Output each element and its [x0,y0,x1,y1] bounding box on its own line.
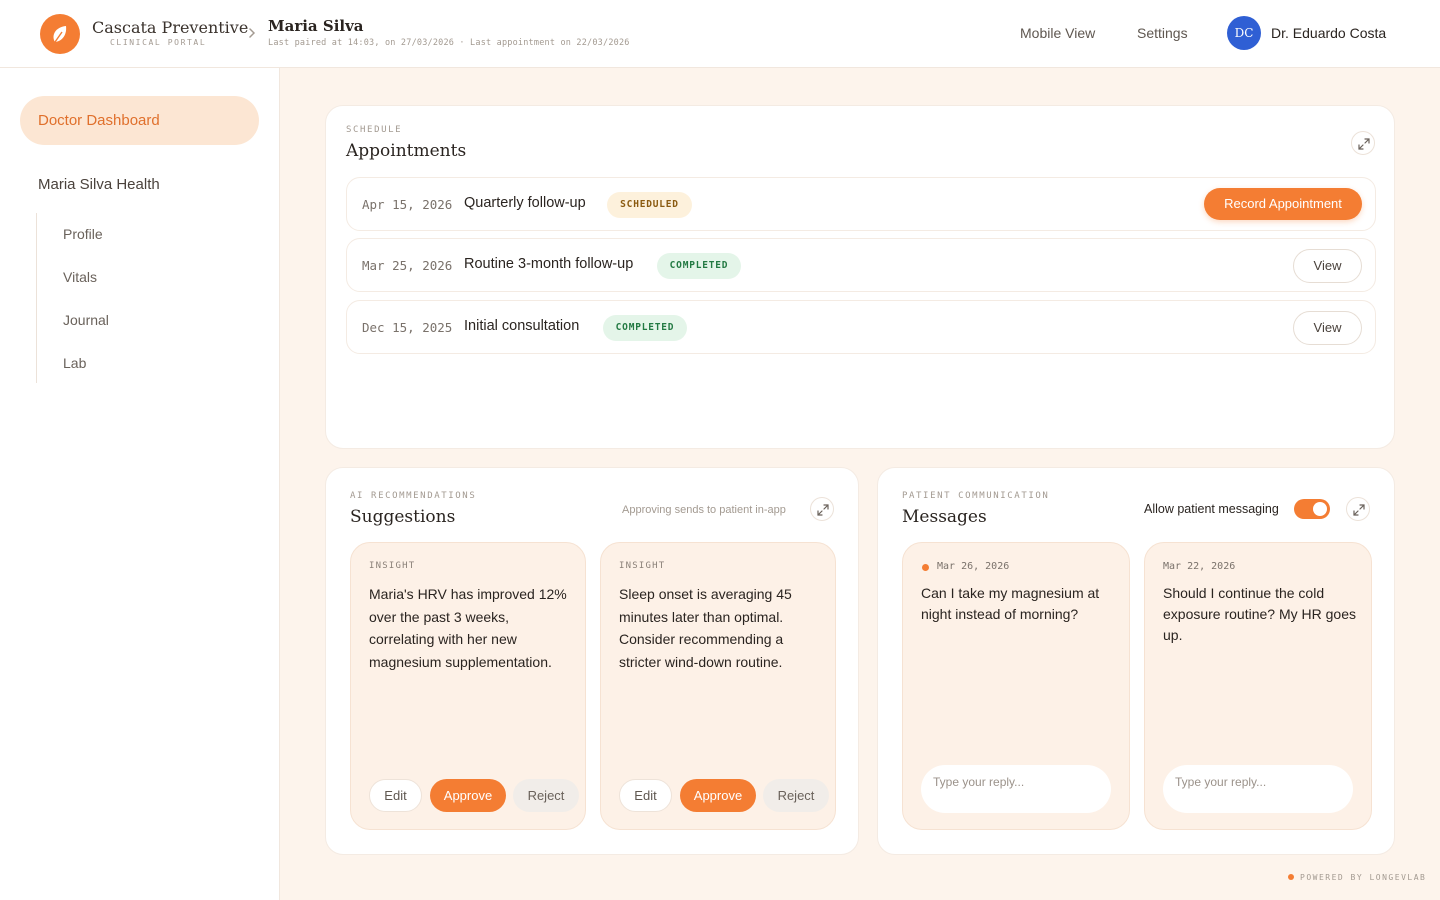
sidebar: Doctor Dashboard Maria Silva Health Prof… [0,68,280,900]
appointment-row: Dec 15, 2025 Initial consultation COMPLE… [346,300,1376,354]
footer-dot [1288,874,1294,880]
appointment-date: Dec 15, 2025 [362,320,453,335]
expand-icon [817,504,829,516]
reject-button[interactable]: Reject [763,779,829,812]
expand-button[interactable] [1346,497,1370,521]
user-name[interactable]: Dr. Eduardo Costa [1271,25,1386,41]
suggestion-text: Sleep onset is averaging 45 minutes late… [619,586,792,670]
approve-button[interactable]: Approve [430,779,506,812]
appointment-date: Apr 15, 2026 [362,197,453,212]
status-badge: COMPLETED [657,253,741,279]
appointment-title: Routine 3-month follow-up [464,256,634,272]
reject-button[interactable]: Reject [513,779,579,812]
expand-icon [1358,138,1370,150]
toggle-knob [1313,502,1327,516]
approve-button[interactable]: Approve [680,779,756,812]
view-button[interactable]: View [1293,249,1362,283]
appointments-eyebrow: SCHEDULE [346,125,403,135]
leaf-icon [53,26,67,43]
patient-name: Maria Silva [268,17,364,35]
message-card: Mar 26, 2026 Can I take my magnesium at … [902,542,1130,830]
appointment-title: Initial consultation [464,318,580,334]
mobile-view-link[interactable]: Mobile View [1020,25,1095,41]
edit-button[interactable]: Edit [619,779,672,812]
insight-tag: INSIGHT [369,561,416,571]
sidebar-item-profile[interactable]: Profile [63,226,103,242]
suggestions-title: Suggestions [350,507,456,527]
unread-indicator [922,564,929,571]
sidebar-item-lab[interactable]: Lab [63,355,86,371]
message-card: Mar 22, 2026 Should I continue the cold … [1144,542,1372,830]
reply-input[interactable] [921,765,1111,813]
view-button[interactable]: View [1293,311,1362,345]
patient-meta: Last paired at 14:03, on 27/03/2026 · La… [268,38,630,48]
suggestions-card: AI RECOMMENDATIONS Suggestions Approving… [325,467,859,855]
sidebar-tree-line [36,213,37,383]
status-badge: SCHEDULED [607,192,692,218]
message-date: Mar 26, 2026 [937,561,1010,572]
reply-input[interactable] [1163,765,1353,813]
appointment-title: Quarterly follow-up [464,195,586,211]
messages-eyebrow: PATIENT COMMUNICATION [902,491,1050,501]
avatar[interactable]: DC [1227,16,1261,50]
sidebar-item-vitals[interactable]: Vitals [63,269,97,285]
expand-button[interactable] [810,497,834,521]
messages-title: Messages [902,507,987,527]
message-date: Mar 22, 2026 [1163,561,1236,572]
suggestions-eyebrow: AI RECOMMENDATIONS [350,491,477,501]
top-bar: Cascata Preventive CLINICAL PORTAL Maria… [0,0,1440,68]
appointments-title: Appointments [346,141,467,161]
sidebar-item-journal[interactable]: Journal [63,312,109,328]
suggestion-card: INSIGHT Maria's HRV has improved 12% ove… [350,542,586,830]
status-badge: COMPLETED [603,315,687,341]
brand-logo[interactable] [40,14,80,54]
messages-card: PATIENT COMMUNICATION Messages Allow pat… [877,467,1395,855]
messaging-toggle-label: Allow patient messaging [1144,502,1279,516]
brand-subtitle: CLINICAL PORTAL [110,38,207,47]
expand-icon [1353,504,1365,516]
suggestion-card: INSIGHT Sleep onset is averaging 45 minu… [600,542,836,830]
approval-hint: Approving sends to patient in-app [622,504,786,516]
appointment-date: Mar 25, 2026 [362,258,453,273]
settings-link[interactable]: Settings [1137,25,1188,41]
suggestion-text: Maria's HRV has improved 12% over the pa… [369,586,567,670]
powered-by: POWERED BY LONGEVLAB [1300,873,1427,882]
brand-name: Cascata Preventive [92,18,249,37]
message-text: Can I take my magnesium at night instead… [921,585,1100,622]
record-appointment-button[interactable]: Record Appointment [1204,188,1362,220]
expand-button[interactable] [1351,131,1375,155]
appointment-row: Mar 25, 2026 Routine 3-month follow-up C… [346,238,1376,292]
sidebar-item-patient-health[interactable]: Maria Silva Health [38,176,160,193]
message-text: Should I continue the cold exposure rout… [1163,585,1356,643]
messaging-toggle[interactable] [1294,499,1330,519]
chevron-right-icon [249,28,256,38]
sidebar-item-doctor-dashboard[interactable]: Doctor Dashboard [20,96,259,145]
appointments-card: SCHEDULE Appointments Apr 15, 2026 Quart… [325,105,1395,449]
insight-tag: INSIGHT [619,561,666,571]
edit-button[interactable]: Edit [369,779,422,812]
appointment-row: Apr 15, 2026 Quarterly follow-up SCHEDUL… [346,177,1376,231]
